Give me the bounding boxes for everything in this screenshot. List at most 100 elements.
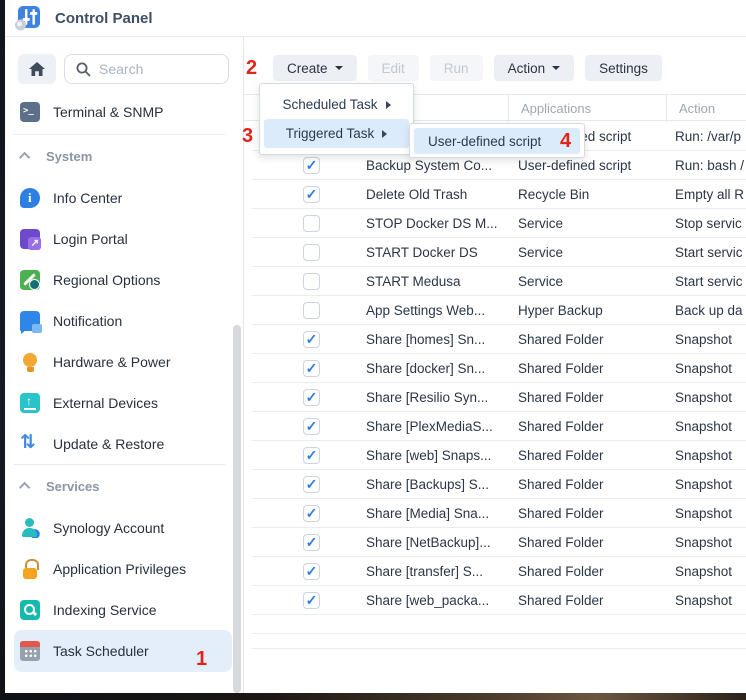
run-button[interactable]: Run — [430, 55, 483, 81]
checkbox-checked[interactable]: ✓ — [303, 476, 320, 493]
task-name-cell[interactable]: Share [homes] Sn... — [366, 332, 518, 347]
application-cell: Shared Folder — [518, 361, 675, 376]
checkbox-checked[interactable]: ✓ — [303, 331, 320, 348]
sidebar-item-external-devices[interactable]: External Devices — [5, 382, 237, 423]
checkbox-checked[interactable]: ✓ — [303, 186, 320, 203]
checkbox-unchecked[interactable] — [303, 244, 320, 261]
action-cell: Back up da — [675, 303, 746, 318]
checkbox-unchecked[interactable] — [303, 302, 320, 319]
checkbox-checked[interactable]: ✓ — [303, 563, 320, 580]
checkbox-checked[interactable]: ✓ — [303, 389, 320, 406]
sidebar-item-regional-options[interactable]: Regional Options — [5, 259, 237, 300]
checkbox-checked[interactable]: ✓ — [303, 534, 320, 551]
regional-options-icon — [20, 270, 40, 290]
task-name-cell[interactable]: Backup System Co... — [366, 158, 518, 173]
sidebar-item-application-privileges[interactable]: Application Privileges — [5, 548, 237, 589]
step-annotation-1: 1 — [196, 648, 207, 671]
table-row: ✓Delete Old TrashRecycle BinEmpty all R — [252, 180, 746, 209]
menu-item-scheduled-task[interactable]: Scheduled Task — [264, 90, 409, 119]
application-cell: Service — [518, 245, 675, 260]
task-name-cell[interactable]: Share [web_packa... — [366, 593, 518, 608]
application-cell: Hyper Backup — [518, 303, 675, 318]
task-name-cell[interactable]: Delete Old Trash — [366, 187, 518, 202]
calendar-icon — [20, 641, 40, 661]
create-button[interactable]: Create — [273, 55, 357, 81]
task-name-cell[interactable]: Share [Media] Sna... — [366, 506, 518, 521]
task-name-cell[interactable]: Share [NetBackup]... — [366, 535, 518, 550]
account-icon — [20, 518, 40, 538]
sidebar-item-label: Indexing Service — [53, 602, 157, 618]
step-annotation-2: 2 — [246, 57, 257, 80]
task-name-cell[interactable]: Share [Backups] S... — [366, 477, 518, 492]
chevron-up-icon — [19, 482, 30, 493]
sidebar-section-label: System — [46, 149, 92, 164]
sidebar-section-services[interactable]: Services — [5, 465, 237, 507]
search-input[interactable]: Search — [64, 54, 229, 84]
task-table: ✓ User-defined script Run: /var/p ✓ Backup S… — [244, 122, 746, 615]
menu-item-user-defined-script[interactable]: User-defined script — [414, 128, 580, 154]
checkbox-checked[interactable]: ✓ — [303, 360, 320, 377]
task-name-cell[interactable]: Share [web] Snaps... — [366, 448, 518, 463]
action-cell: Snapshot — [675, 506, 746, 521]
table-row: START MedusaServiceStart servic — [252, 267, 746, 296]
application-cell: Shared Folder — [518, 390, 675, 405]
sidebar-item-update-restore[interactable]: Update & Restore — [5, 423, 237, 464]
checkbox-unchecked[interactable] — [303, 273, 320, 290]
notification-icon — [20, 311, 40, 331]
column-header-applications[interactable]: Applications — [508, 95, 666, 122]
checkbox-checked[interactable]: ✓ — [303, 418, 320, 435]
task-name-cell[interactable]: App Settings Web... — [366, 303, 518, 318]
action-cell: Run: /var/p — [675, 129, 746, 144]
application-cell: Shared Folder — [518, 419, 675, 434]
action-button-label: Action — [508, 61, 546, 76]
sidebar-item-label: External Devices — [53, 395, 158, 411]
lock-icon — [20, 559, 40, 579]
sidebar-item-label: Task Scheduler — [53, 643, 149, 659]
checkbox-checked[interactable]: ✓ — [303, 157, 320, 174]
sidebar-item-synology-account[interactable]: Synology Account — [5, 507, 237, 548]
task-name-cell[interactable]: Share [PlexMediaS... — [366, 419, 518, 434]
settings-button[interactable]: Settings — [585, 55, 662, 81]
sidebar-item-label: Info Center — [53, 190, 122, 206]
column-header-action[interactable]: Action — [666, 95, 746, 122]
home-button[interactable] — [18, 54, 56, 84]
table-row: STOP Docker DS M...ServiceStop servic — [252, 209, 746, 238]
edit-button[interactable]: Edit — [368, 55, 419, 81]
sidebar: Search Terminal & SNMP System Info Center L… — [5, 37, 244, 693]
desktop-edge-left — [0, 0, 5, 700]
table-row: ✓Share [NetBackup]...Shared FolderSnapsh… — [252, 528, 746, 557]
sidebar-item-indexing-service[interactable]: Indexing Service — [5, 589, 237, 630]
action-button[interactable]: Action — [494, 55, 575, 81]
task-name-cell[interactable]: Share [docker] Sn... — [366, 361, 518, 376]
task-name-cell[interactable]: Share [Resilio Syn... — [366, 390, 518, 405]
sidebar-item-info-center[interactable]: Info Center — [5, 177, 237, 218]
sidebar-section-system[interactable]: System — [5, 135, 237, 177]
menu-item-label: Scheduled Task — [282, 97, 377, 112]
sidebar-item-label: Terminal & SNMP — [53, 104, 163, 120]
task-name-cell[interactable]: START Docker DS — [366, 245, 518, 260]
sidebar-item-login-portal[interactable]: Login Portal — [5, 218, 237, 259]
application-cell: Shared Folder — [518, 506, 675, 521]
task-name-cell[interactable]: START Medusa — [366, 274, 518, 289]
checkbox-unchecked[interactable] — [303, 215, 320, 232]
table-row: ✓Share [PlexMediaS...Shared FolderSnapsh… — [252, 412, 746, 441]
application-cell: Service — [518, 216, 675, 231]
edit-button-label: Edit — [382, 61, 405, 76]
sidebar-item-terminal-snmp[interactable]: Terminal & SNMP — [5, 90, 237, 134]
checkbox-checked[interactable]: ✓ — [303, 447, 320, 464]
chevron-up-icon — [19, 152, 30, 163]
indexing-icon — [20, 600, 40, 620]
sidebar-item-notification[interactable]: Notification — [5, 300, 237, 341]
action-cell: Snapshot — [675, 564, 746, 579]
action-cell: Snapshot — [675, 390, 746, 405]
task-name-cell[interactable]: Share [transfer] S... — [366, 564, 518, 579]
table-row: ✓Share [homes] Sn...Shared FolderSnapsho… — [252, 325, 746, 354]
checkbox-checked[interactable]: ✓ — [303, 592, 320, 609]
menu-item-triggered-task[interactable]: Triggered Task — [264, 119, 409, 148]
sidebar-scrollbar[interactable] — [233, 325, 241, 693]
task-name-cell[interactable]: STOP Docker DS M... — [366, 216, 518, 231]
sidebar-item-hardware-power[interactable]: Hardware & Power — [5, 341, 237, 382]
action-cell: Empty all R — [675, 187, 746, 202]
table-row: ✓ Share [Resilio Syn...Shared FolderSnaps… — [252, 383, 746, 412]
checkbox-checked[interactable]: ✓ — [303, 505, 320, 522]
